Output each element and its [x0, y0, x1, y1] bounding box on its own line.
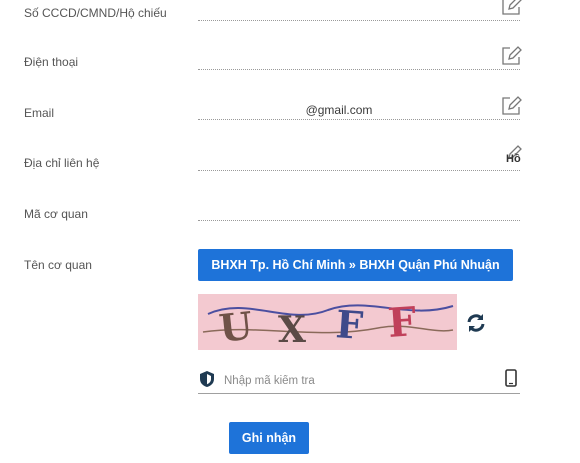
edit-icon[interactable]: [500, 0, 522, 17]
svg-text:U: U: [217, 303, 255, 350]
email-label: Email: [24, 106, 55, 120]
email-field[interactable]: [198, 119, 520, 120]
email-value: @gmail.com: [305, 103, 373, 117]
agency-name-label: Tên cơ quan: [24, 258, 92, 272]
svg-text:F: F: [386, 298, 418, 347]
edit-icon[interactable]: [500, 45, 522, 67]
agency-code-label: Mã cơ quan: [24, 207, 88, 221]
agency-select-button[interactable]: BHXH Tp. Hồ Chí Minh » BHXH Quận Phú Nhu…: [198, 249, 513, 281]
captcha-input-underline: [198, 393, 520, 394]
address-label: Địa chỉ liên hệ: [24, 156, 100, 170]
shield-icon: [198, 370, 216, 388]
phone-label: Điện thoại: [24, 55, 79, 69]
edit-icon[interactable]: [500, 95, 522, 117]
captcha-input[interactable]: [222, 370, 496, 392]
address-field[interactable]: [198, 170, 520, 171]
svg-text:X: X: [278, 309, 306, 350]
address-edit-icon-text: Hồ: [506, 153, 521, 165]
phone-icon: [505, 369, 517, 387]
phone-field[interactable]: [198, 69, 520, 70]
captcha-image: U X F F: [198, 294, 457, 350]
submit-button[interactable]: Ghi nhận: [229, 422, 309, 454]
svg-text:F: F: [334, 301, 364, 348]
id-number-field[interactable]: [198, 20, 520, 21]
agency-code-field[interactable]: [198, 220, 520, 221]
id-number-label: Số CCCD/CMND/Hộ chiếu: [24, 6, 167, 20]
refresh-icon[interactable]: [465, 312, 487, 334]
